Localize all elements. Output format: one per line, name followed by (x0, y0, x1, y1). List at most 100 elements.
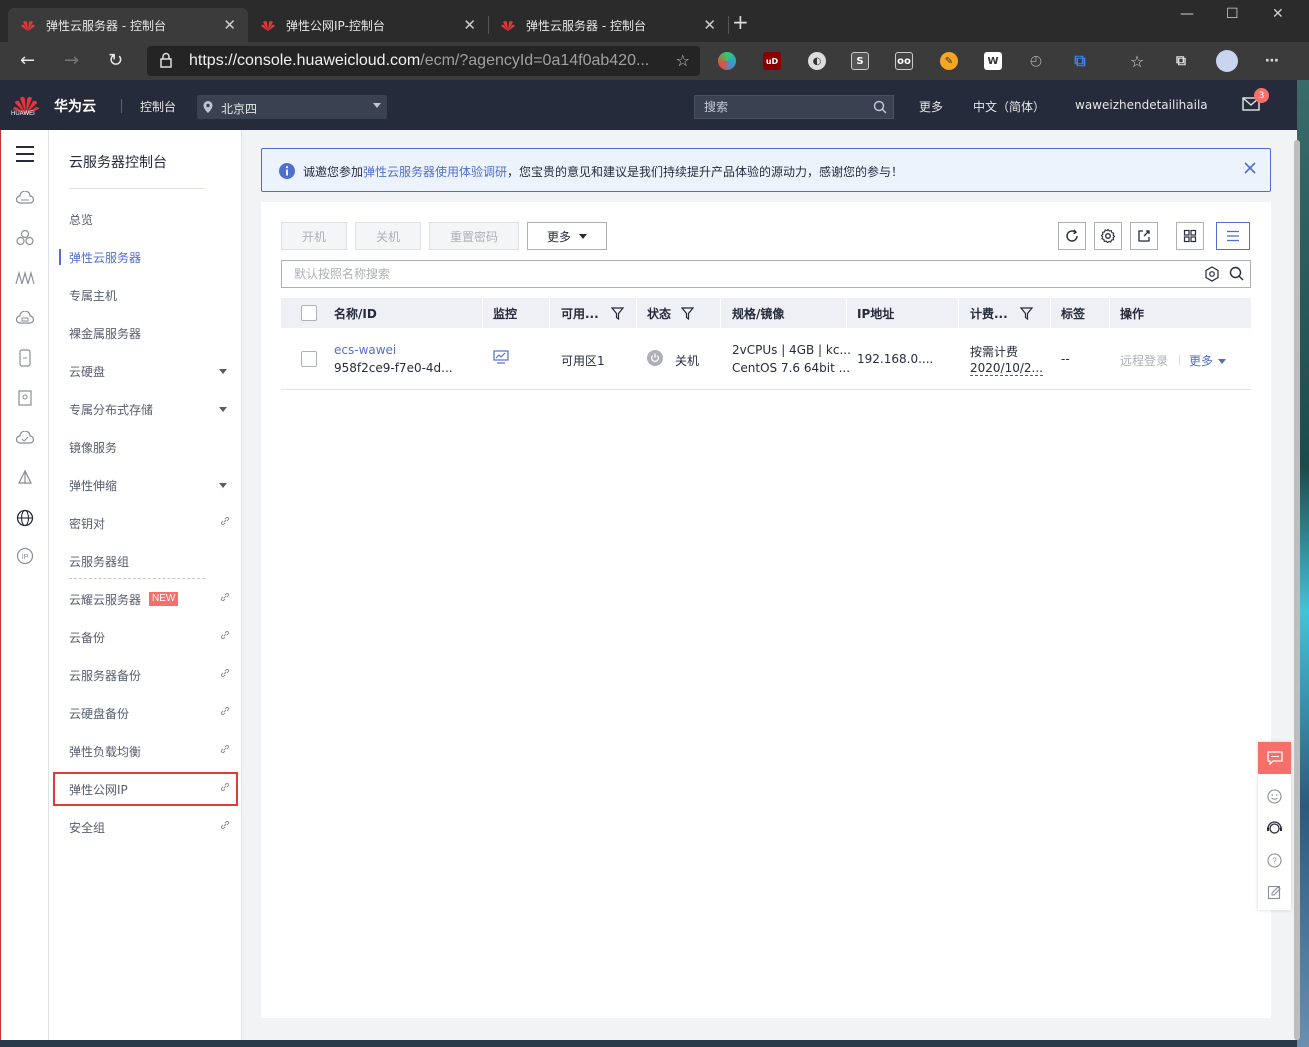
bridge-icon[interactable] (15, 268, 35, 288)
browser-tab-2[interactable]: 弹性公网IP-控制台 ✕ (248, 8, 488, 42)
kiwi-icon[interactable]: ✎ (940, 52, 958, 70)
ip-icon[interactable]: IP (15, 546, 35, 566)
column-header-zone[interactable]: 可用... (561, 298, 624, 328)
ublock-icon[interactable]: uD (763, 52, 781, 70)
remote-login-link[interactable]: 远程登录 (1120, 352, 1168, 369)
sail-icon[interactable] (15, 468, 35, 488)
back-icon[interactable]: ← (20, 50, 35, 71)
clock-icon[interactable]: ◴ (1027, 52, 1045, 70)
document-icon[interactable] (15, 388, 35, 408)
language-menu[interactable]: 中文（简体） (973, 98, 1045, 115)
maximize-icon[interactable]: ☐ (1226, 6, 1239, 22)
close-icon[interactable]: ✕ (463, 16, 476, 34)
favorite-star-icon[interactable]: ☆ (676, 51, 690, 70)
cloud-server-icon[interactable] (15, 188, 35, 208)
sidebar-item-bare-metal[interactable]: 裸金属服务器 (49, 321, 242, 345)
sidebar-item-ecs[interactable]: 弹性云服务器 (49, 245, 242, 269)
cluster-icon[interactable] (15, 228, 35, 248)
sidebar-item-dedicated-storage[interactable]: 专属分布式存储 (49, 397, 242, 421)
window-close-icon[interactable]: ✕ (1272, 6, 1284, 22)
grid-view-button[interactable] (1176, 222, 1204, 250)
mobile-device-icon[interactable] (15, 348, 35, 368)
more-actions-dropdown[interactable]: 更多 (527, 222, 607, 250)
privacy-icon[interactable]: ◐ (808, 52, 826, 70)
billing-date[interactable]: 2020/10/2... (970, 361, 1043, 376)
brand-name[interactable]: 华为云 (54, 96, 96, 116)
more-label: 更多 (546, 229, 571, 244)
s-icon[interactable]: S (851, 52, 869, 70)
color-picker-icon[interactable] (718, 52, 736, 70)
console-link[interactable]: 控制台 (140, 98, 176, 115)
filter-icon[interactable] (610, 306, 624, 320)
help-icon[interactable]: ? (1266, 852, 1283, 869)
customer-service-icon[interactable] (1266, 820, 1283, 837)
close-icon[interactable] (1244, 162, 1256, 174)
cloud-disk-icon[interactable] (15, 308, 35, 328)
feedback-button[interactable] (1258, 742, 1291, 774)
address-bar[interactable]: https://console.huaweicloud.com/ecm/?age… (147, 46, 700, 76)
favorites-icon[interactable]: ☆ (1128, 52, 1146, 71)
page-scrollbar[interactable] (1294, 140, 1300, 1040)
reset-password-button[interactable]: 重置密码 (429, 222, 519, 250)
new-tab-icon[interactable]: + (732, 10, 749, 34)
monitor-icon[interactable] (493, 350, 509, 364)
browser-tab-1[interactable]: 弹性云服务器 - 控制台 ✕ (8, 8, 248, 42)
w-icon[interactable]: W (984, 52, 1002, 70)
row-checkbox[interactable] (301, 351, 317, 367)
minimize-icon[interactable]: — (1180, 6, 1194, 22)
close-icon[interactable]: ✕ (223, 16, 236, 34)
settings-button[interactable] (1094, 222, 1122, 250)
refresh-icon[interactable]: ↻ (108, 50, 123, 71)
stop-button[interactable]: 关机 (355, 222, 421, 250)
column-header-name[interactable]: 名称/ID (334, 298, 377, 328)
search-icon[interactable] (873, 100, 887, 114)
profile-avatar[interactable] (1216, 50, 1238, 72)
sidebar-item-overview[interactable]: 总览 (49, 207, 242, 231)
hamburger-menu-icon[interactable] (14, 144, 36, 164)
forward-icon[interactable]: → (64, 50, 79, 71)
start-button[interactable]: 开机 (281, 222, 347, 250)
globe-icon[interactable] (15, 508, 35, 528)
sidebar-item-server-group[interactable]: 云服务器组 (49, 549, 242, 573)
sidebar-item-label: 弹性伸缩 (69, 478, 118, 493)
column-header-billing[interactable]: 计费... (970, 298, 1033, 328)
more-menu[interactable]: 更多 (919, 98, 943, 115)
browser-tab-3[interactable]: 弹性云服务器 - 控制台 ✕ (488, 8, 728, 42)
sidebar-item-cloud-backup[interactable]: 云备份 (49, 625, 242, 649)
edit-note-icon[interactable] (1266, 884, 1283, 901)
sidebar-item-image-service[interactable]: 镜像服务 (49, 435, 242, 459)
filter-settings-icon[interactable] (1204, 266, 1220, 282)
select-all-checkbox[interactable] (301, 305, 317, 321)
sidebar-item-server-backup[interactable]: 云服务器备份 (49, 663, 242, 687)
chevron-down-icon (219, 483, 227, 488)
refresh-button[interactable] (1058, 222, 1086, 250)
export-button[interactable] (1130, 222, 1158, 250)
sidebar-item-disk-backup[interactable]: 云硬盘备份 (49, 701, 242, 725)
search-icon[interactable] (1229, 266, 1244, 281)
smile-icon[interactable] (1266, 788, 1283, 805)
sidebar-item-dedicated-host[interactable]: 专属主机 (49, 283, 242, 307)
search-input[interactable] (282, 261, 1182, 287)
menu-icon[interactable]: ⋯ (1263, 52, 1281, 70)
row-more-actions[interactable]: 更多 (1189, 352, 1227, 369)
filter-icon[interactable] (1019, 306, 1033, 320)
sidebar-item-cloud-disk[interactable]: 云硬盘 (49, 359, 242, 383)
server-name-link[interactable]: ecs-wawei (334, 343, 396, 357)
filter-icon[interactable] (681, 306, 695, 320)
survey-link[interactable]: 弹性云服务器使用体验调研 (363, 165, 507, 179)
global-search-input[interactable] (695, 96, 865, 118)
collections-icon[interactable]: ⧉ (1172, 52, 1190, 70)
sidebar-item-auto-scaling[interactable]: 弹性伸缩 (49, 473, 242, 497)
sidebar-item-flexus[interactable]: 云耀云服务器 NEW (49, 587, 242, 611)
list-view-button[interactable] (1216, 222, 1250, 250)
crop-icon[interactable]: ⧉ (1071, 51, 1089, 70)
cloud-check-icon[interactable] (15, 428, 35, 448)
sidebar-item-security-group[interactable]: 安全组 (49, 815, 242, 839)
sidebar-item-key-pair[interactable]: 密钥对 (49, 511, 242, 535)
close-icon[interactable]: ✕ (703, 16, 716, 34)
sidebar-item-load-balancer[interactable]: 弹性负载均衡 (49, 739, 242, 763)
mask-icon[interactable]: oo (895, 52, 913, 70)
user-menu[interactable]: waweizhendetailihaila (1075, 98, 1208, 112)
region-selector[interactable]: 北京四 (197, 95, 387, 119)
column-header-status[interactable]: 状态 (647, 298, 695, 328)
